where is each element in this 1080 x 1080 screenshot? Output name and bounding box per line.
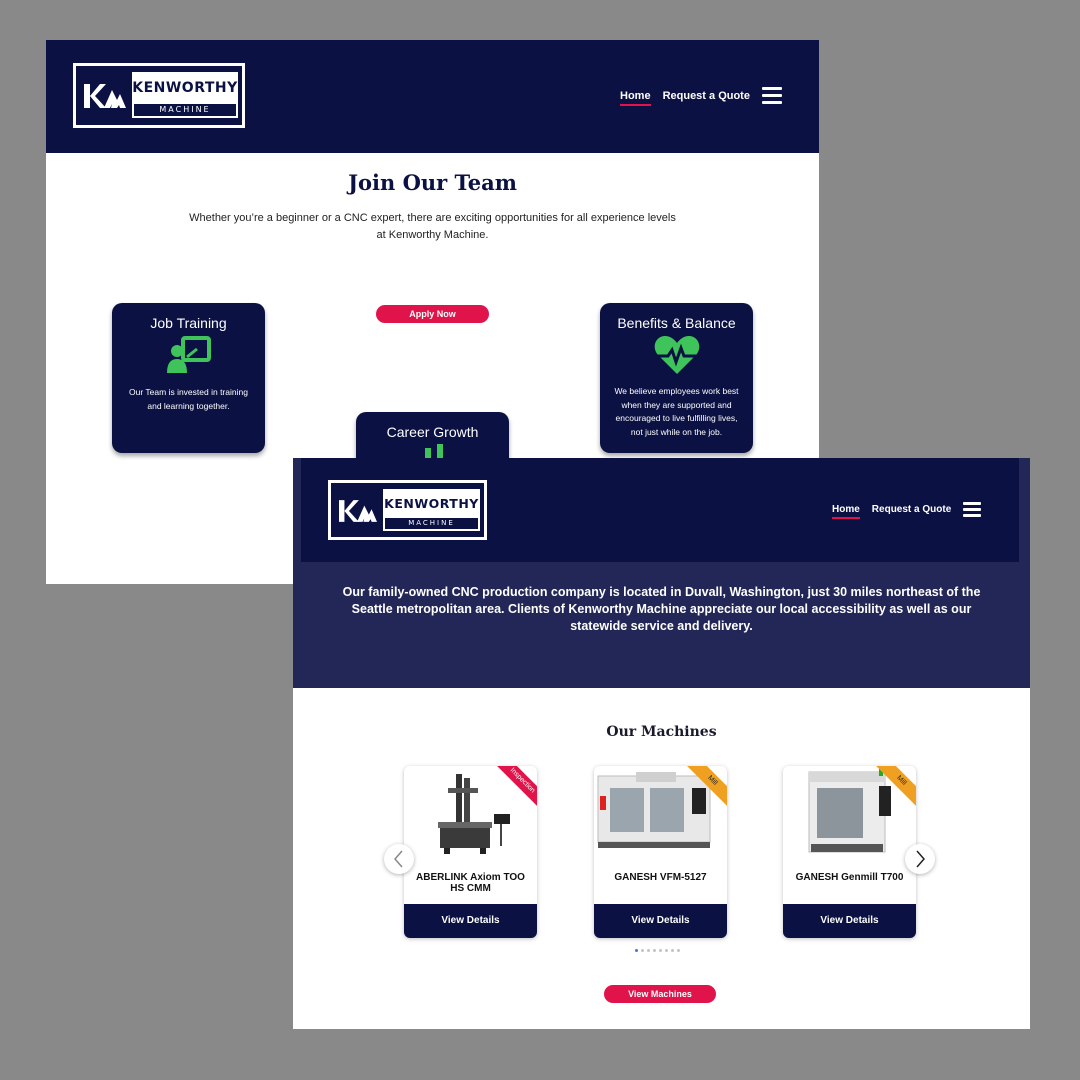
main-nav: Home Request a Quote <box>620 87 782 106</box>
about-text: Our family-owned CNC production company … <box>342 585 981 633</box>
logo-word: KENWORTHY <box>132 80 238 96</box>
hamburger-menu-icon[interactable] <box>761 87 782 104</box>
chevron-left-icon <box>394 850 403 868</box>
kenworthy-logo[interactable]: KENWORTHY MACHINE <box>73 63 245 128</box>
km-logo-mark-icon <box>339 500 377 522</box>
benefits-balance-card: Benefits & Balance We believe employees … <box>600 303 753 453</box>
carousel-dot[interactable] <box>635 949 638 952</box>
home-page-screenshot: KENWORTHY MACHINE Home Request a Quote O… <box>293 458 1030 1029</box>
page-title: Join Our Team <box>348 170 517 195</box>
nav-home-link[interactable]: Home <box>832 504 860 519</box>
main-nav: Home Request a Quote <box>832 502 982 519</box>
carousel-prev-button[interactable] <box>384 844 414 874</box>
training-presentation-icon <box>166 336 211 373</box>
chevron-right-icon <box>916 850 925 868</box>
nav-request-quote-link[interactable]: Request a Quote <box>663 90 750 102</box>
logo-wordmark: KENWORTHY MACHINE <box>383 489 480 531</box>
card-title: Career Growth <box>386 424 479 440</box>
machine-card[interactable]: Mill GANESH VFM-5127 View Details <box>594 766 727 938</box>
machine-name: GANESH VFM-5127 <box>614 872 707 883</box>
machines-section-title: Our Machines <box>606 724 717 740</box>
carousel-dot[interactable] <box>665 949 668 952</box>
carousel-dot[interactable] <box>677 949 680 952</box>
kenworthy-logo[interactable]: KENWORTHY MACHINE <box>328 480 487 540</box>
machine-card[interactable]: Mill GANESH Genmill T700 View Details <box>783 766 916 938</box>
logo-wordmark: KENWORTHY MACHINE <box>132 72 238 118</box>
view-machines-button[interactable]: View Machines <box>604 985 716 1003</box>
logo-subword: MACHINE <box>134 104 236 116</box>
view-details-button[interactable]: View Details <box>404 904 537 938</box>
view-details-button[interactable]: View Details <box>783 904 916 938</box>
apply-now-button[interactable]: Apply Now <box>376 305 489 323</box>
carousel-dot[interactable] <box>647 949 650 952</box>
carousel-pagination <box>635 949 683 952</box>
nav-request-quote-link[interactable]: Request a Quote <box>872 504 951 515</box>
carousel-dot[interactable] <box>641 949 644 952</box>
machine-card[interactable]: Inspection ABERLINK Axiom TOO HS CMM Vie… <box>404 766 537 938</box>
site-header: KENWORTHY MACHINE Home Request a Quote <box>301 458 1019 562</box>
card-description: Our Team is invested in training and lea… <box>129 387 248 411</box>
heart-pulse-icon <box>654 336 699 374</box>
logo-subword: MACHINE <box>385 518 478 529</box>
carousel-dot[interactable] <box>653 949 656 952</box>
carousel-dot[interactable] <box>659 949 662 952</box>
card-title: Benefits & Balance <box>617 315 736 331</box>
card-description: We believe employees work best when they… <box>614 386 739 437</box>
carousel-dot[interactable] <box>671 949 674 952</box>
site-header: KENWORTHY MACHINE Home Request a Quote <box>46 40 819 153</box>
machine-name: GANESH Genmill T700 <box>795 872 904 883</box>
view-details-button[interactable]: View Details <box>594 904 727 938</box>
careers-intro: Whether you’re a beginner or a CNC exper… <box>189 212 676 241</box>
logo-word: KENWORTHY <box>384 496 479 511</box>
machine-name: ABERLINK Axiom TOO HS CMM <box>416 872 525 894</box>
nav-home-link[interactable]: Home <box>620 90 651 106</box>
carousel-next-button[interactable] <box>905 844 935 874</box>
card-title: Job Training <box>150 315 227 331</box>
job-training-card: Job Training Our Team is invested in tra… <box>112 303 265 453</box>
km-logo-mark-icon <box>84 84 126 108</box>
hamburger-menu-icon[interactable] <box>963 502 982 517</box>
